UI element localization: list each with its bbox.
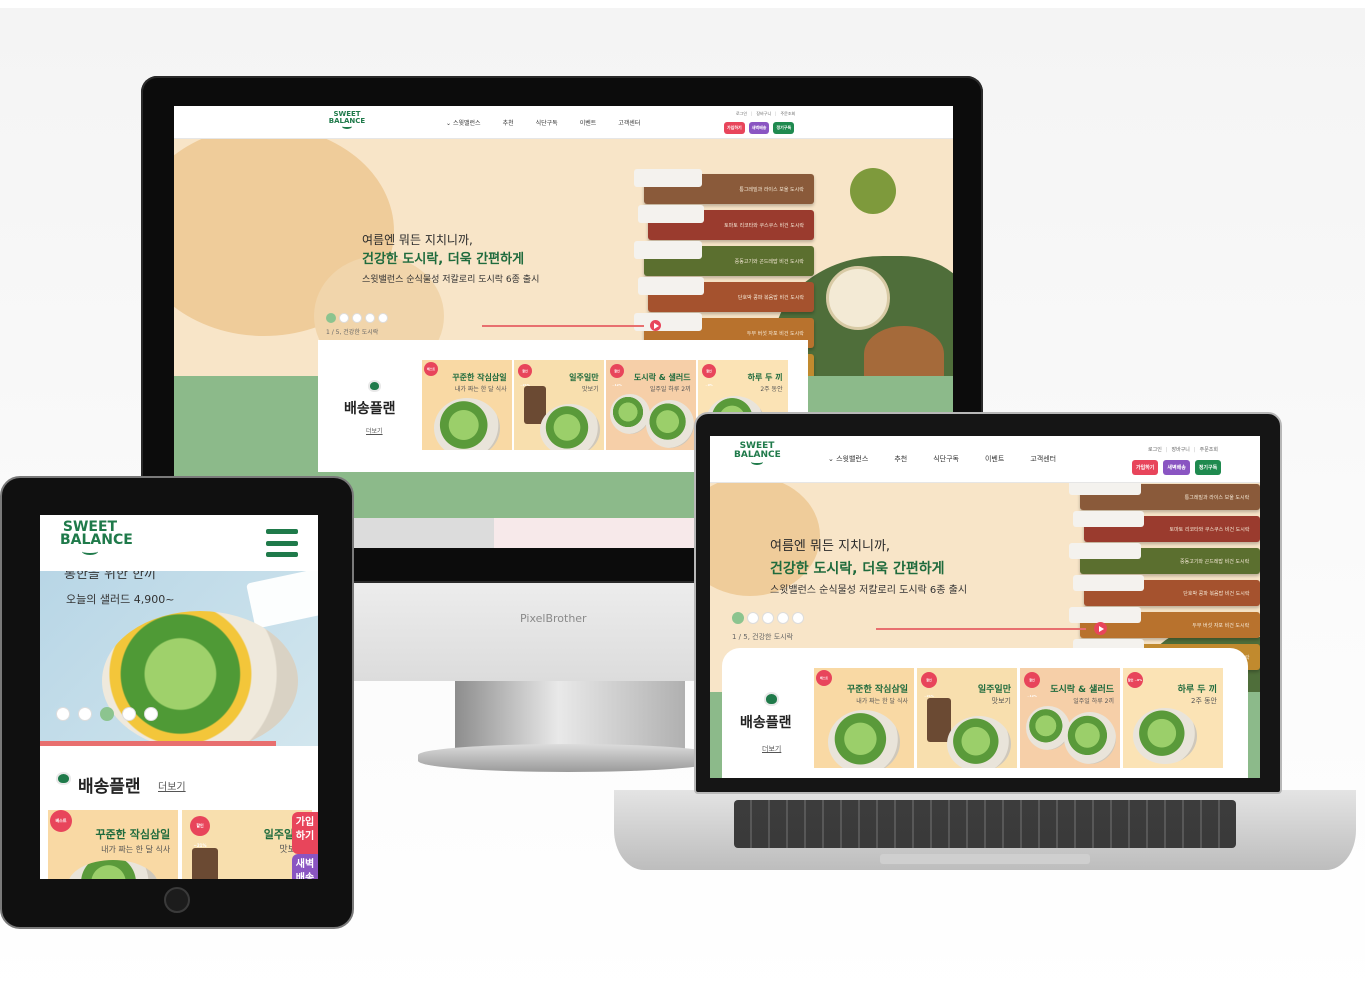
brand-logo[interactable]: SWEET BALANCE [60,520,133,555]
next-section-peek [494,518,694,548]
laptop-site: 통그레밀과 라이스 보울 도시락 토마토 리코타와 쿠스쿠스 비건 도시락 중동… [710,436,1260,778]
action-pills: 가입하기 새벽배송 정기구독 [1132,460,1222,475]
hero-line-2: 건강한 도시락, 더욱 간편하게 [362,252,525,267]
laptop-hinge [880,854,1090,864]
login-link[interactable]: 로그인 [736,111,747,117]
site-header: SWEET BALANCE [40,515,318,571]
hero-copy: 여름엔 뭐든 지치니까, 건강한 도시락, 더욱 간편하게 스윗밸런스 순식물성… [770,539,968,596]
tablet-home-button [164,887,190,913]
bowl-icon [764,692,779,706]
join-button[interactable]: 가입하기 [292,812,318,854]
plan-more-link[interactable]: 더보기 [762,744,781,754]
slide-dots [732,612,804,624]
chevron-down-icon: ⌄ [446,120,452,127]
util-links: 로그인 장바구니 주문조회 [736,111,795,117]
main-nav: ⌄ 스윗밸런스 추천 식단구독 이벤트 고객센터 [446,118,640,127]
dawn-delivery-button[interactable]: 새벽배송 [748,122,770,134]
site-header: SWEET BALANCE ⌄ 스윗밸런스 추천 식단구독 이벤트 고객센터 로… [710,436,1260,483]
monitor-brand-label: PixelBrother [520,612,587,625]
plan-tile[interactable]: 할인 ~21% 일주일만 맛보기 [917,668,1017,768]
lunchbox-stack: 통그레밀과 라이스 보울 도시락 토마토 리코타와 쿠스쿠스 비건 도시락 중동… [1069,479,1260,670]
plan-tile[interactable]: 베스트 꾸준한 작심삼일 내가 짜는 한 달 식사 [814,668,914,768]
slide-dot[interactable] [326,313,336,323]
tablet-hero: 통한을 위한 한끼 오늘의 샐러드 4,900~ [40,571,318,746]
util-links: 로그인 장바구니 주문조회 [1148,446,1218,453]
bowl-icon [368,380,381,392]
floating-action-pills: 가입하기 새벽배송 [292,812,318,879]
main-nav: ⌄ 스윗밸런스 추천 식단구독 이벤트 고객센터 [828,455,1057,463]
menu-icon[interactable] [266,529,298,557]
slide-dots [326,313,388,323]
nav-item-event[interactable]: 이벤트 [580,118,597,127]
nav-item-recommend[interactable]: 추천 [503,118,514,127]
lunchbox: 단호박 콩파 볶음밥 비건 도시락 [638,276,814,312]
cart-link[interactable]: 장바구니 [747,111,771,117]
hero-deco-bean [864,326,944,382]
plan-tile[interactable]: 베스트 꾸준한 작심삼일 내가 짜는 한 달 식사 [48,810,178,879]
slide-counter: 1 / 5, 건강한 도시락 [732,633,794,641]
lunchbox: 통그레밀과 라이스 보울 도시락 [633,168,814,204]
monitor-stand-foot [418,744,718,772]
plan-tiles: 베스트 꾸준한 작심삼일 내가 짜는 한 달 식사 할인 ~21% 일주일만 맛… [48,810,312,879]
plan-tiles: 베스트 꾸준한 작심삼일 내가 짜는 한 달 식사 할인 ~21% 일주일만 맛… [814,668,1223,768]
plan-tile[interactable]: 베스트 꾸준한 작심삼일 내가 짜는 한 달 식사 [422,360,512,450]
nav-item-support[interactable]: 고객센터 [618,118,640,127]
slide-dots [56,707,158,721]
laptop-keyboard [734,800,1236,848]
subscribe-button[interactable]: 정기구독 [773,122,795,134]
join-button[interactable]: 가입하기 [724,122,745,134]
lunchbox: 중동고기와 곤드레밥 비건 도시락 [633,240,814,276]
plan-tile[interactable]: 할인 ~12% 도시락 & 샐러드 일주일 하루 2끼 [606,360,696,450]
plan-tile[interactable]: 할인 ~12% 도시락 & 샐러드 일주일 하루 2끼 [1020,668,1120,768]
slide-dot[interactable] [365,313,375,323]
hero-line-3: 스윗밸런스 순식물성 저칼로리 도시락 6종 출시 [362,275,540,285]
delivery-plan-section: 배송플랜 더보기 베스트 꾸준한 작심삼일 내가 짜는 한 달 식사 할인 ~2… [40,746,318,879]
join-button[interactable]: 가입하기 [1132,460,1159,475]
subscribe-button[interactable]: 정기구독 [1194,460,1222,475]
brand-logo[interactable]: SWEET BALANCE [734,442,781,466]
lunchbox: 토마토 리코타와 쿠스쿠스 비건 도시락 [638,204,814,240]
salad-plate [434,398,500,450]
plan-more-link[interactable]: 더보기 [366,426,383,435]
hero-copy: 여름엔 뭐든 지치니까, 건강한 도시락, 더욱 간편하게 스윗밸런스 순식물성… [362,230,539,290]
plan-title: 배송플랜 [344,401,396,417]
hero-subtitle: 오늘의 샐러드 4,900~ [66,593,175,606]
delivery-plan-section: 배송플랜 더보기 베스트 꾸준한 작심삼일 내가 짜는 한 달 식사 할인 ~2… [722,648,1248,778]
slide-counter: 1 / 5, 건강한 도시락 [326,329,379,336]
plan-tile[interactable]: 할인 ~21% 일주일만 맛보기 [514,360,604,450]
nav-item-sweetbalance[interactable]: ⌄ 스윗밸런스 [446,118,481,127]
plan-tile[interactable]: 할인 ~9% 하루 두 끼 2주 동안 [1123,668,1223,768]
dawn-delivery-button[interactable]: 새벽배송 [292,854,318,879]
slide-dot[interactable] [378,313,388,323]
order-lookup-link[interactable]: 주문조회 [771,111,796,117]
plan-more-link[interactable]: 더보기 [158,778,186,793]
plan-title: 배송플랜 [78,777,141,797]
slide-progress-bar [482,325,644,327]
bowl-icon [56,772,71,785]
plan-title: 배송플랜 [740,715,792,731]
hero-line-1: 여름엔 뭐든 지치니까, [362,233,473,247]
site-header: SWEET BALANCE ⌄ 스윗밸런스 추천 식단구독 이벤트 고객센터 로… [174,106,953,139]
hero-cut-text: 통한을 위한 한끼 [64,571,156,582]
salad-plate [102,611,298,746]
chevron-down-icon: ⌄ [828,455,834,463]
slide-dot[interactable] [352,313,362,323]
hero-deco-slice [826,266,890,330]
slide-dot[interactable] [339,313,349,323]
salad-container [246,571,318,629]
tablet-site: 통한을 위한 한끼 오늘의 샐러드 4,900~ SWEET BALANCE 배… [40,515,318,879]
play-icon[interactable] [650,320,661,331]
play-icon[interactable] [1094,622,1107,635]
brand-logo[interactable]: SWEET BALANCE [328,111,366,130]
nav-item-subscription[interactable]: 식단구독 [536,118,558,127]
slide-progress-bar [876,628,1086,630]
action-pills: 가입하기 새벽배송 정기구독 [724,122,795,134]
dawn-delivery-button[interactable]: 새벽배송 [1163,460,1190,475]
hero-deco-lime [850,168,896,214]
